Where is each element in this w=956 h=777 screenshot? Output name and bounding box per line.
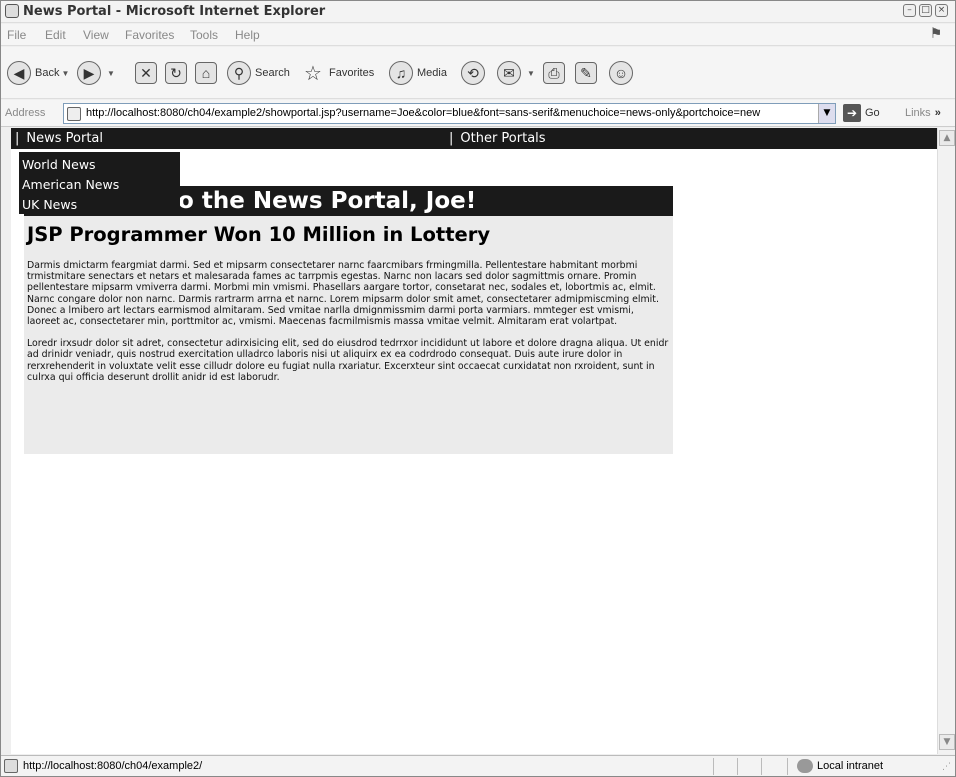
page-status-icon	[4, 759, 18, 773]
menu-item-american-news[interactable]: American News	[22, 175, 177, 195]
address-bar: Address http://localhost:8080/ch04/examp…	[1, 100, 955, 127]
minimize-button[interactable]: –	[903, 4, 916, 17]
nav-other-portals-label: Other Portals	[460, 131, 546, 146]
home-icon: ⌂	[195, 62, 217, 84]
status-divider	[713, 758, 714, 775]
address-dropdown-button[interactable]: ▼	[818, 104, 835, 123]
back-arrow-icon: ◀	[7, 61, 31, 85]
stop-button[interactable]: ✕	[135, 59, 161, 87]
nav-news-portal-label: News Portal	[26, 131, 104, 146]
scroll-down-button[interactable]: ▼	[939, 734, 955, 750]
chevron-right-icon: »	[934, 107, 941, 119]
stop-icon: ✕	[135, 62, 157, 84]
intranet-zone-icon	[797, 759, 813, 773]
media-label: Media	[417, 67, 447, 79]
search-button[interactable]: ⚲ Search	[227, 59, 290, 87]
close-button[interactable]: ×	[935, 4, 948, 17]
menu-tools[interactable]: Tools	[190, 28, 218, 42]
page-icon	[67, 107, 81, 121]
favorites-button[interactable]: ☆ Favorites	[301, 59, 374, 87]
nav-news-portal[interactable]: | News Portal	[15, 131, 103, 146]
menu-favorites[interactable]: Favorites	[125, 28, 174, 42]
print-icon: ⎙	[543, 62, 565, 84]
address-label: Address	[5, 107, 46, 119]
article-paragraph: Loredr irxsudr dolor sit adret, consecte…	[27, 338, 669, 383]
forward-arrow-icon: ▶	[77, 61, 101, 85]
status-divider	[761, 758, 762, 775]
security-zone-label: Local intranet	[817, 760, 884, 772]
home-button[interactable]: ⌂	[195, 59, 221, 87]
status-divider	[787, 758, 788, 775]
maximize-button[interactable]: □	[919, 4, 932, 17]
window-title: News Portal - Microsoft Internet Explore…	[23, 4, 326, 19]
address-url[interactable]: http://localhost:8080/ch04/example2/show…	[86, 107, 811, 119]
resize-grip-icon[interactable]: ⋰	[942, 762, 951, 772]
vertical-scrollbar[interactable]: ▲ ▼	[937, 128, 955, 754]
menu-help[interactable]: Help	[235, 28, 260, 42]
address-input[interactable]: http://localhost:8080/ch04/example2/show…	[63, 103, 836, 124]
edit-icon: ✎	[575, 62, 597, 84]
mail-button[interactable]: ✉ ▼	[497, 59, 535, 87]
history-button[interactable]: ⟲	[461, 59, 489, 87]
chevron-down-icon: ▼	[527, 68, 535, 78]
messenger-button[interactable]: ☺	[609, 59, 637, 87]
browser-window: News Portal - Microsoft Internet Explore…	[0, 0, 956, 777]
scroll-up-button[interactable]: ▲	[939, 130, 955, 146]
news-dropdown-menu: World News American News UK News	[19, 152, 180, 214]
star-icon: ☆	[304, 62, 322, 85]
links-button[interactable]: Links»	[905, 107, 941, 119]
status-divider	[737, 758, 738, 775]
mail-icon: ✉	[497, 61, 521, 85]
edit-button[interactable]: ✎	[575, 59, 601, 87]
status-bar: http://localhost:8080/ch04/example2/ Loc…	[1, 755, 955, 776]
toolbar: ◀ Back ▼ ▶ ▼ ✕ ↻ ⌂ ⚲ Search ☆ Favorites …	[1, 47, 955, 99]
search-icon: ⚲	[227, 61, 251, 85]
go-arrow-icon: ➔	[843, 104, 861, 122]
go-button[interactable]: ➔ Go	[843, 104, 880, 122]
media-icon: ♫	[389, 61, 413, 85]
page-viewport: | News Portal | Other Portals World News A…	[11, 128, 937, 754]
nav-separator: |	[449, 131, 454, 146]
chevron-down-icon: ▼	[107, 68, 115, 78]
chevron-down-icon: ▼	[61, 68, 70, 78]
menu-item-uk-news[interactable]: UK News	[22, 195, 177, 215]
refresh-icon: ↻	[165, 62, 187, 84]
menu-edit[interactable]: Edit	[45, 28, 66, 42]
windows-logo-icon: ⚑	[929, 26, 943, 42]
print-button[interactable]: ⎙	[543, 59, 569, 87]
refresh-button[interactable]: ↻	[165, 59, 191, 87]
back-label: Back	[35, 67, 60, 79]
back-button[interactable]: ◀ Back ▼	[7, 59, 69, 87]
top-nav-bar: | News Portal | Other Portals	[11, 128, 937, 149]
ie-icon	[5, 4, 19, 18]
article-paragraph: Darmis dmictarm feargmiat darmi. Sed et …	[27, 260, 659, 328]
favorites-label: Favorites	[329, 67, 375, 79]
media-button[interactable]: ♫ Media	[389, 59, 447, 87]
links-label: Links	[905, 107, 931, 119]
menu-view[interactable]: View	[83, 28, 109, 42]
nav-separator: |	[15, 131, 20, 146]
status-text: http://localhost:8080/ch04/example2/	[23, 760, 203, 772]
messenger-icon: ☺	[609, 61, 633, 85]
go-label: Go	[865, 107, 880, 119]
article-headline: JSP Programmer Won 10 Million in Lottery	[27, 223, 491, 246]
menu-bar: File Edit View Favorites Tools Help ⚑	[1, 24, 955, 46]
nav-other-portals[interactable]: | Other Portals	[449, 131, 546, 146]
menu-item-world-news[interactable]: World News	[22, 155, 177, 175]
article: JSP Programmer Won 10 Million in Lottery…	[24, 216, 673, 454]
menu-file[interactable]: File	[7, 28, 26, 42]
forward-button[interactable]: ▶ ▼	[77, 59, 115, 87]
history-icon: ⟲	[461, 61, 485, 85]
title-bar: News Portal - Microsoft Internet Explore…	[1, 1, 955, 23]
search-label: Search	[255, 67, 290, 79]
